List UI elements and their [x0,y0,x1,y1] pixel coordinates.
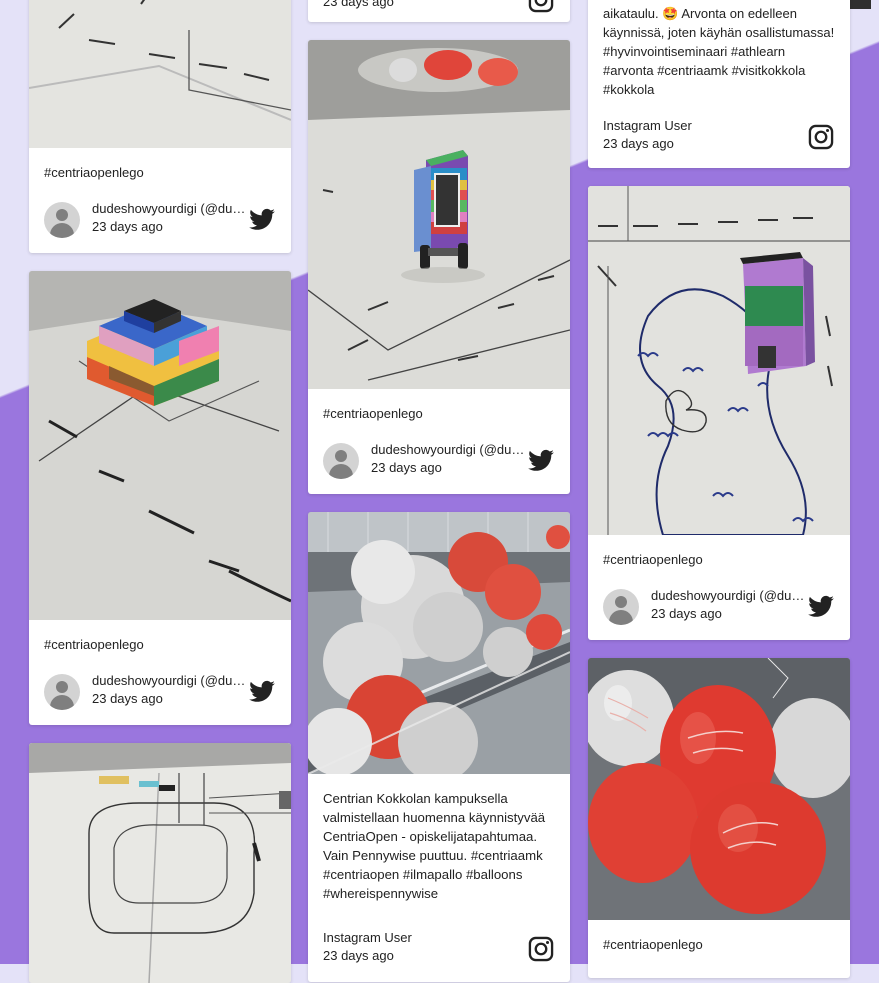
post-card[interactable]: aikataulu. 🤩 Arvonta on edelleen käynnis… [588,0,850,168]
author-name[interactable]: dudeshowyourdigi (@dudeshowyourdigi) [92,673,252,688]
post-caption: Centrian Kokkolan kampuksella valmistell… [323,791,546,901]
post-caption: #centriaopenlego [603,937,703,952]
post-time: 23 days ago [92,219,163,234]
post-card[interactable]: #centriaopenlego dudeshowyourdigi (@dude… [29,271,291,725]
post-photo[interactable] [308,40,570,389]
post-card[interactable]: Centrian Kokkolan kampuksella valmistell… [308,512,570,982]
post-author: dudeshowyourdigi (@dudeshowyourdigi) 23 … [603,587,835,627]
instagram-icon[interactable] [527,935,555,963]
post-time: 23 days ago [603,136,674,151]
post-time: 23 days ago [92,691,163,706]
instagram-icon[interactable] [807,123,835,151]
avatar [323,443,359,479]
post-author: dudeshowyourdigi (@dudeshowyourdigi) 23 … [44,200,276,240]
post-author: Instagram User 23 days ago [323,929,555,969]
post-photo[interactable] [588,658,850,920]
instagram-icon[interactable] [527,0,555,14]
avatar [44,202,80,238]
post-photo[interactable] [308,512,570,774]
post-photo[interactable] [29,743,291,983]
post-photo[interactable] [29,0,291,148]
author-name[interactable]: dudeshowyourdigi (@dudeshowyourdigi) [371,442,531,457]
post-caption: #centriaopenlego [44,637,144,652]
post-card[interactable]: #centriaopenlego dudeshowyourdigi (@dude… [308,40,570,494]
twitter-icon[interactable] [248,678,276,706]
author-name[interactable]: dudeshowyourdigi (@dudeshowyourdigi) [92,201,252,216]
avatar [44,674,80,710]
post-card[interactable]: 23 days ago [308,0,570,22]
post-time: 23 days ago [323,0,394,9]
post-time: 23 days ago [651,606,722,621]
post-card[interactable]: #centriaopenlego dudeshowyourdigi (@dude… [29,0,291,253]
twitter-icon[interactable] [807,593,835,621]
post-time: 23 days ago [371,460,442,475]
post-card[interactable]: #centriaopenlego [588,658,850,978]
twitter-icon[interactable] [527,447,555,475]
post-caption: aikataulu. 🤩 Arvonta on edelleen käynnis… [603,4,835,99]
post-caption: #centriaopenlego [323,406,423,421]
author-name[interactable]: dudeshowyourdigi (@dudeshowyourdigi) [651,588,811,603]
twitter-icon[interactable] [248,206,276,234]
post-card[interactable]: #centriaopenlego dudeshowyourdigi (@dude… [588,186,850,640]
post-caption-rest: käynnissä, joten käyhän osallistumassa! … [603,25,835,97]
author-name[interactable]: Instagram User [603,118,763,133]
post-caption: #centriaopenlego [44,165,144,180]
post-photo[interactable] [588,186,850,535]
post-author: dudeshowyourdigi (@dudeshowyourdigi) 23 … [323,441,555,481]
post-author: Instagram User 23 days ago [603,117,835,157]
post-card[interactable] [29,743,291,983]
post-caption: #centriaopenlego [603,552,703,567]
post-time: 23 days ago [323,948,394,963]
avatar [603,589,639,625]
post-author: dudeshowyourdigi (@dudeshowyourdigi) 23 … [44,672,276,712]
post-photo[interactable] [29,271,291,620]
post-caption-line: aikataulu. 🤩 Arvonta on edelleen [603,6,797,21]
author-name[interactable]: Instagram User [323,930,483,945]
